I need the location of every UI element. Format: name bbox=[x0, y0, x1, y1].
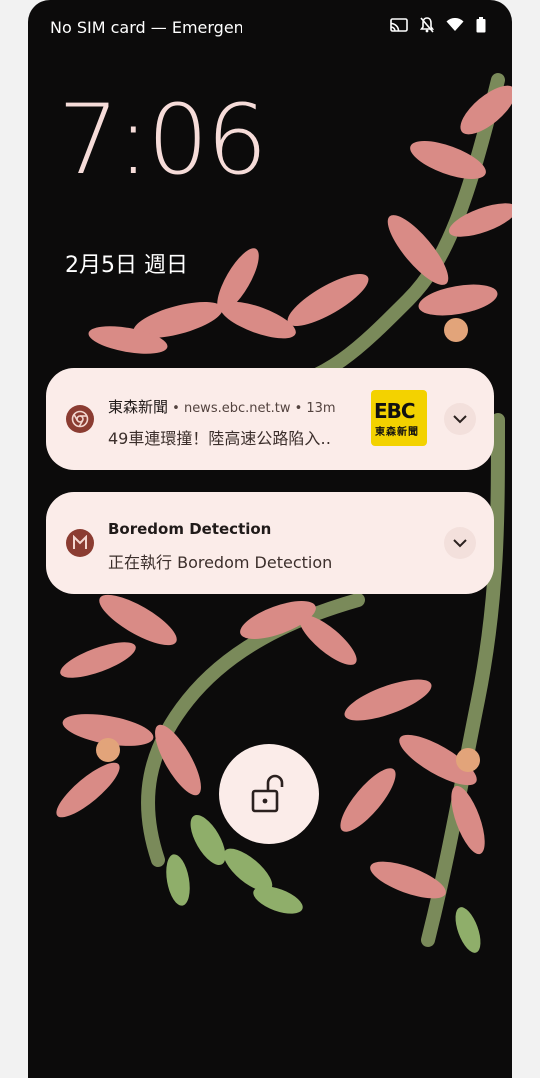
notification-card-boredom-detection[interactable]: Boredom Detection 正在執行 Boredom Detection bbox=[46, 492, 494, 594]
app-m-icon bbox=[66, 529, 94, 557]
notification-text: 正在執行 Boredom Detection bbox=[108, 553, 333, 572]
unlock-icon bbox=[251, 774, 284, 813]
expand-notification-button[interactable] bbox=[444, 403, 476, 435]
notification-thumbnail: EBC 東森新聞 bbox=[371, 390, 427, 446]
thumbnail-logo-text: EBC bbox=[374, 399, 416, 423]
lockscreen-clock: 7:06 bbox=[58, 84, 268, 196]
notification-card-news[interactable]: 東森新聞 • news.ebc.net.tw • 13m 49車連環撞！陸高速公… bbox=[46, 368, 494, 470]
thumbnail-logo-subtext: 東森新聞 bbox=[375, 427, 419, 438]
battery-icon bbox=[476, 17, 486, 33]
notification-header: 東森新聞 • news.ebc.net.tw • 13m bbox=[108, 396, 336, 417]
carrier-status-text: No SIM card — Emergency bbox=[50, 18, 242, 37]
notification-app-name: 東森新聞 bbox=[108, 398, 169, 416]
expand-notification-button[interactable] bbox=[444, 527, 476, 559]
notification-text: 49車連環撞！陸高速公路陷入‥ bbox=[108, 429, 332, 448]
chrome-icon bbox=[66, 405, 94, 433]
chevron-down-icon bbox=[453, 415, 467, 424]
lockscreen: No SIM card — Emergency 7:06 2月5日 週日 東森新… bbox=[28, 0, 512, 1078]
notification-app-name: Boredom Detection bbox=[108, 520, 272, 538]
wifi-icon bbox=[446, 18, 464, 32]
notifications-off-icon bbox=[420, 17, 434, 33]
notification-meta: • news.ebc.net.tw • 13m bbox=[168, 401, 336, 416]
lockscreen-date: 2月5日 週日 bbox=[65, 253, 188, 278]
chevron-down-icon bbox=[453, 539, 467, 548]
cast-icon bbox=[390, 18, 408, 32]
unlock-button[interactable] bbox=[219, 744, 319, 844]
status-bar: No SIM card — Emergency bbox=[28, 0, 512, 56]
